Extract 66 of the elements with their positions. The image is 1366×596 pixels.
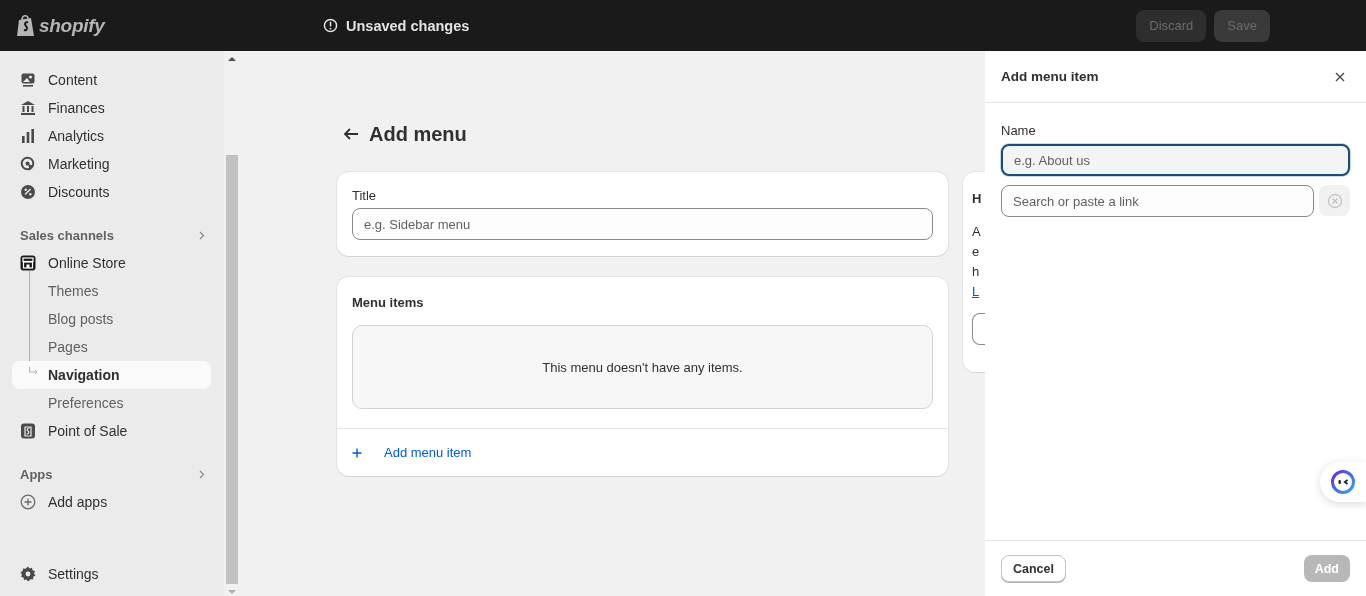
unsaved-changes-text: Unsaved changes	[346, 17, 470, 34]
logo-text: shopify	[39, 14, 105, 37]
section-title: Sales channels	[20, 227, 114, 243]
sub-nav-item[interactable]: Navigation	[12, 361, 211, 389]
bank-icon	[20, 100, 36, 116]
add-menu-item-link[interactable]: Add menu item	[352, 445, 472, 460]
empty-message: This menu doesn't have any items.	[542, 359, 743, 375]
nav-item[interactable]: Point of Sale	[12, 417, 211, 445]
help-heading: H	[972, 190, 983, 208]
settings-icon	[20, 566, 36, 582]
nav-label: Content	[48, 72, 98, 88]
nav-item[interactable]: Add apps	[12, 488, 211, 516]
page-title: Add menu	[369, 122, 467, 146]
nav-item[interactable]: Settings	[12, 560, 211, 588]
sub-nav-item[interactable]: Themes	[12, 277, 211, 305]
plus-circle-icon	[20, 494, 36, 510]
back-arrow-icon[interactable]	[343, 127, 359, 141]
nav-label: Finances	[48, 100, 105, 116]
shopping-bag-icon	[16, 13, 36, 38]
sub-nav-item[interactable]: Preferences	[12, 389, 211, 417]
field-label: Name	[1001, 123, 1037, 138]
chevron-icon	[199, 230, 205, 240]
nav-item[interactable]: Discounts	[12, 178, 211, 206]
alert-icon	[323, 18, 338, 33]
panel-title: Add menu item	[1001, 69, 1099, 84]
name-input[interactable]: e.g. About us	[1001, 144, 1350, 176]
link-input[interactable]: Search or paste a link	[1001, 185, 1314, 217]
nav-item[interactable]: Content	[12, 66, 211, 94]
section-header[interactable]: Apps	[12, 460, 211, 488]
help-text: h	[972, 263, 981, 281]
cancel-button[interactable]: Cancel	[1001, 555, 1066, 582]
sub-nav-item[interactable]: Blog posts	[12, 305, 211, 333]
plus-icon	[352, 447, 362, 458]
tree-branch-icon	[29, 367, 39, 375]
card-heading: Menu items	[352, 295, 425, 310]
sub-nav-item[interactable]: Pages	[12, 333, 211, 361]
nav-label: Marketing	[48, 156, 110, 172]
pos-icon	[20, 423, 36, 439]
nav-label: Online Store	[48, 255, 126, 271]
target-icon	[20, 156, 36, 172]
clear-icon	[1326, 192, 1343, 209]
nav-label: Add apps	[48, 494, 108, 510]
nav-label: Analytics	[48, 128, 105, 144]
nav-label: Settings	[48, 566, 99, 582]
close-icon[interactable]	[1335, 71, 1345, 82]
chevron-icon	[199, 469, 205, 479]
help-text: A	[972, 223, 982, 241]
nav-item[interactable]: Analytics	[12, 122, 211, 150]
image-icon	[20, 72, 36, 88]
chat-bot-icon	[1331, 470, 1355, 494]
storefront-icon	[20, 255, 36, 271]
chat-widget-button[interactable]	[1320, 462, 1366, 502]
nav-item[interactable]: Marketing	[12, 150, 211, 178]
nav-item[interactable]: Finances	[12, 94, 211, 122]
section-title: Apps	[20, 466, 53, 482]
nav-item[interactable]: Online Store	[12, 249, 211, 277]
field-label: Title	[352, 188, 378, 203]
discount-icon	[20, 184, 36, 200]
nav-label: Discounts	[48, 184, 110, 200]
help-link[interactable]: L	[972, 282, 985, 302]
title-input[interactable]: e.g. Sidebar menu	[352, 208, 933, 240]
bar-chart-icon	[20, 128, 36, 144]
help-text: e	[972, 243, 981, 261]
nav-label: Point of Sale	[48, 423, 128, 439]
section-header[interactable]: Sales channels	[12, 221, 211, 249]
scrollbar[interactable]	[224, 51, 240, 596]
